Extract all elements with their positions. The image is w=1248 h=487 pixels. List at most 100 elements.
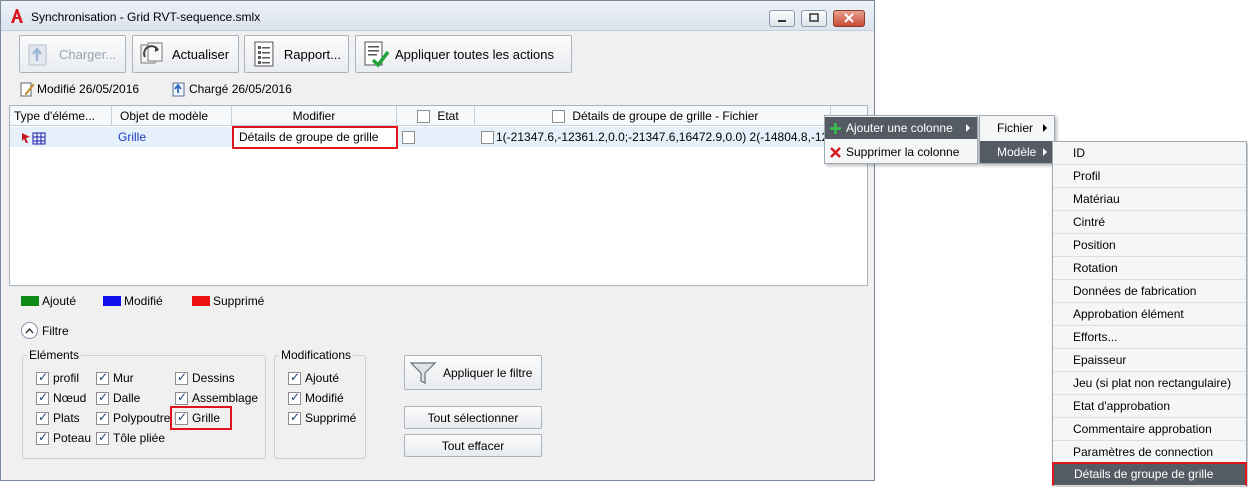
model-item-profil[interactable]: Profil bbox=[1053, 165, 1246, 188]
grille-checkbox[interactable] bbox=[175, 410, 188, 425]
assemblage-checkbox[interactable] bbox=[175, 390, 188, 405]
filter-noeud[interactable]: Nœud bbox=[36, 390, 86, 405]
edit-document-icon bbox=[20, 82, 35, 97]
model-item-approbation-element[interactable]: Approbation élément bbox=[1053, 303, 1246, 326]
column-header-details[interactable]: Détails de groupe de grille - Fichier bbox=[475, 106, 831, 126]
filter-supprime[interactable]: Supprimé bbox=[288, 410, 356, 425]
submenu-arrow-icon bbox=[966, 124, 970, 132]
column-header-etat[interactable]: Etat bbox=[397, 106, 475, 126]
details-header-label: Détails de groupe de grille - Fichier bbox=[572, 109, 759, 123]
maximize-button[interactable] bbox=[801, 10, 827, 27]
load-icon bbox=[28, 44, 47, 66]
menu-remove-column[interactable]: Supprimer la colonne bbox=[825, 141, 977, 163]
plats-checkbox[interactable] bbox=[36, 410, 49, 425]
close-button[interactable] bbox=[833, 10, 865, 27]
clear-all-button[interactable]: Tout effacer bbox=[404, 434, 542, 457]
row-etat-cell bbox=[402, 127, 472, 147]
filter-plats[interactable]: Plats bbox=[36, 410, 80, 425]
tole-pliee-checkbox[interactable] bbox=[96, 430, 109, 445]
column-header-type[interactable]: Type d'éléme... bbox=[10, 106, 112, 126]
model-item-epaisseur[interactable]: Epaisseur bbox=[1053, 349, 1246, 372]
model-item-jeu[interactable]: Jeu (si plat non rectangulaire) bbox=[1053, 372, 1246, 395]
model-item-id[interactable]: ID bbox=[1053, 142, 1246, 165]
plus-icon bbox=[830, 122, 841, 134]
refresh-label: Actualiser bbox=[172, 46, 230, 62]
model-item-etat-approbation[interactable]: Etat d'approbation bbox=[1053, 395, 1246, 418]
model-item-donnees-fabrication[interactable]: Données de fabrication bbox=[1053, 280, 1246, 303]
dalle-checkbox[interactable] bbox=[96, 390, 109, 405]
refresh-icon bbox=[140, 42, 163, 64]
minimize-button[interactable] bbox=[769, 10, 795, 27]
filter-modifie[interactable]: Modifié bbox=[288, 390, 344, 405]
sync-grid[interactable]: Type d'éléme... Objet de modèle Modifier… bbox=[9, 105, 868, 286]
model-item-materiau[interactable]: Matériau bbox=[1053, 188, 1246, 211]
add-column-submenu: Fichier Modèle bbox=[979, 115, 1055, 164]
row-modifier-cell[interactable]: Détails de groupe de grille bbox=[232, 126, 398, 149]
collapse-chevron-icon[interactable] bbox=[21, 322, 38, 339]
apply-all-actions-button[interactable]: Appliquer toutes les actions bbox=[355, 35, 572, 73]
model-properties-submenu: ID Profil Matériau Cintré Position Rotat… bbox=[1052, 141, 1247, 486]
model-item-parametres-connection[interactable]: Paramètres de connection bbox=[1053, 441, 1246, 464]
filter-poteau[interactable]: Poteau bbox=[36, 430, 91, 445]
apply-filter-button[interactable]: Appliquer le filtre bbox=[404, 355, 542, 390]
model-item-details-groupe-grille[interactable]: Détails de groupe de grille bbox=[1052, 462, 1247, 486]
filter-profil[interactable]: profil bbox=[36, 370, 79, 385]
model-item-rotation[interactable]: Rotation bbox=[1053, 257, 1246, 280]
sync-window: Synchronisation - Grid RVT-sequence.smlx… bbox=[0, 0, 875, 481]
window-title: Synchronisation - Grid RVT-sequence.smlx bbox=[31, 10, 261, 24]
delete-x-icon bbox=[830, 146, 841, 158]
profil-checkbox[interactable] bbox=[36, 370, 49, 385]
filter-grille[interactable]: Grille bbox=[175, 410, 220, 425]
filter-ajoute[interactable]: Ajouté bbox=[288, 370, 339, 385]
funnel-icon bbox=[409, 361, 437, 384]
ajoute-checkbox[interactable] bbox=[288, 370, 301, 385]
apply-all-label: Appliquer toutes les actions bbox=[395, 46, 554, 62]
submenu-arrow-icon bbox=[1043, 124, 1047, 132]
dessins-checkbox[interactable] bbox=[175, 370, 188, 385]
added-swatch bbox=[21, 296, 39, 306]
row-details-cell: 1(-21347.6,-12361.2,0.0;-21347.6,16472.9… bbox=[481, 127, 831, 147]
minimize-icon bbox=[778, 20, 786, 22]
table-row[interactable]: Grille 1(-21347.6,-12361.2,0.0;-21347.6,… bbox=[10, 127, 867, 147]
column-header-objet[interactable]: Objet de modèle bbox=[112, 106, 232, 126]
filter-polypoutre[interactable]: Polypoutre bbox=[96, 410, 170, 425]
modifie-checkbox[interactable] bbox=[288, 390, 301, 405]
refresh-button[interactable]: Actualiser bbox=[132, 35, 239, 73]
filter-toggle[interactable]: Filtre bbox=[21, 322, 69, 339]
filter-tole-pliee[interactable]: Tôle pliée bbox=[96, 430, 165, 445]
report-button[interactable]: Rapport... bbox=[244, 35, 349, 73]
filter-dalle[interactable]: Dalle bbox=[96, 390, 140, 405]
etat-header-checkbox[interactable] bbox=[417, 110, 430, 124]
filter-mur[interactable]: Mur bbox=[96, 370, 134, 385]
report-icon bbox=[254, 41, 274, 67]
maximize-icon bbox=[809, 13, 819, 22]
title-bar[interactable]: Synchronisation - Grid RVT-sequence.smlx bbox=[1, 1, 874, 31]
load-button[interactable]: Charger... bbox=[19, 35, 126, 73]
noeud-checkbox[interactable] bbox=[36, 390, 49, 405]
mur-checkbox[interactable] bbox=[96, 370, 109, 385]
row-details-checkbox[interactable] bbox=[481, 131, 494, 145]
load-document-icon bbox=[172, 82, 185, 97]
column-header-modifier[interactable]: Modifier bbox=[232, 106, 397, 126]
poteau-checkbox[interactable] bbox=[36, 430, 49, 445]
close-icon bbox=[844, 13, 854, 23]
details-header-checkbox[interactable] bbox=[552, 110, 565, 124]
model-item-cintre[interactable]: Cintré bbox=[1053, 211, 1246, 234]
modified-status: Modifié 26/05/2016 bbox=[19, 81, 139, 97]
model-item-efforts[interactable]: Efforts... bbox=[1053, 326, 1246, 349]
submenu-modele[interactable]: Modèle bbox=[980, 141, 1054, 163]
select-all-button[interactable]: Tout sélectionner bbox=[404, 406, 542, 429]
submenu-arrow-icon bbox=[1043, 148, 1047, 156]
row-type-cell bbox=[20, 127, 110, 147]
supprime-checkbox[interactable] bbox=[288, 410, 301, 425]
polypoutre-checkbox[interactable] bbox=[96, 410, 109, 425]
menu-add-column[interactable]: Ajouter une colonne bbox=[825, 117, 977, 139]
grid-element-icon bbox=[22, 132, 46, 145]
submenu-fichier[interactable]: Fichier bbox=[980, 117, 1054, 139]
model-item-position[interactable]: Position bbox=[1053, 234, 1246, 257]
legend-added: Ajouté bbox=[21, 294, 76, 308]
model-item-commentaire-approbation[interactable]: Commentaire approbation bbox=[1053, 418, 1246, 441]
filter-assemblage[interactable]: Assemblage bbox=[175, 390, 258, 405]
filter-dessins[interactable]: Dessins bbox=[175, 370, 235, 385]
row-etat-checkbox[interactable] bbox=[402, 131, 415, 145]
